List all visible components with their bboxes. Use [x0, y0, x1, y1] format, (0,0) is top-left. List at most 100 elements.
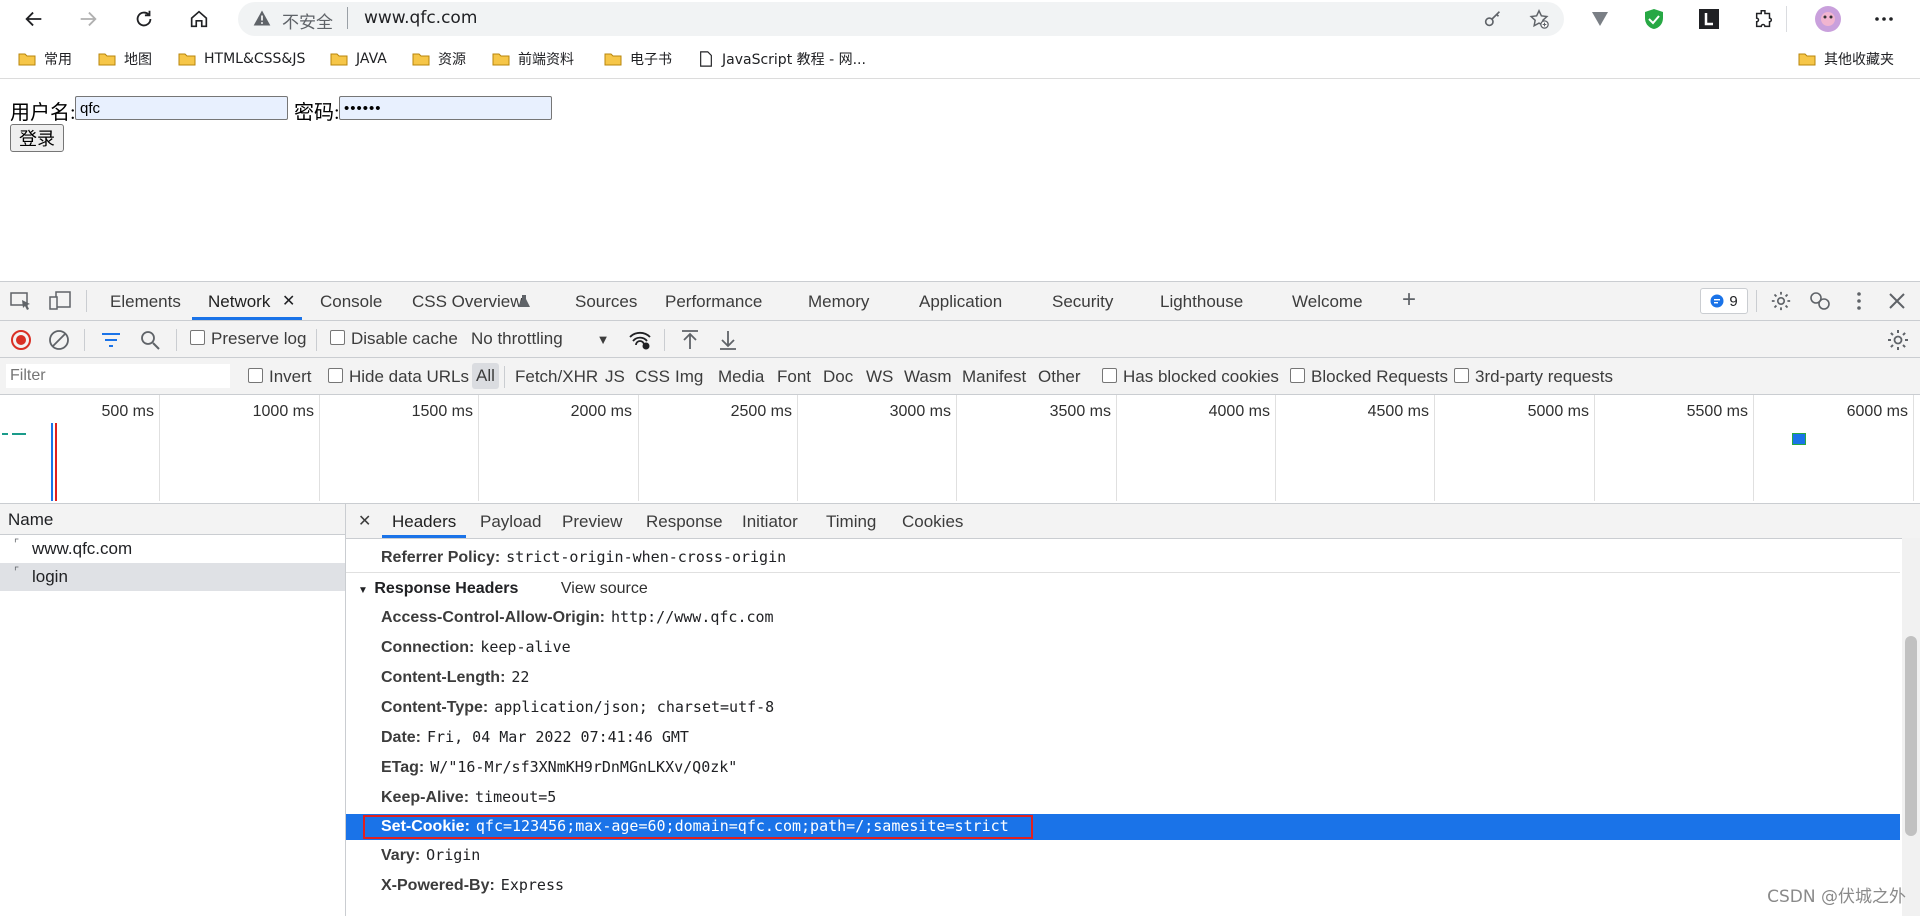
more-icon[interactable] [1870, 5, 1898, 33]
third-party-checkbox[interactable]: 3rd-party requests [1454, 367, 1613, 387]
add-tab-icon[interactable]: + [1402, 286, 1416, 314]
timeline-overview[interactable]: 500 ms 1000 ms 1500 ms 2000 ms 2500 ms 3… [0, 395, 1920, 504]
type-filter-js[interactable]: JS [605, 367, 625, 387]
network-settings-gear-icon[interactable] [1886, 328, 1910, 352]
record-icon[interactable] [10, 329, 32, 351]
key-icon[interactable] [1482, 8, 1504, 30]
type-filter-manifest[interactable]: Manifest [962, 367, 1026, 387]
detail-tab-payload[interactable]: Payload [480, 512, 541, 532]
kebab-menu-icon[interactable] [1848, 290, 1870, 312]
issues-counter[interactable]: 9 [1700, 288, 1748, 314]
close-devtools-icon[interactable] [1886, 290, 1908, 312]
checkbox-box[interactable] [1290, 368, 1305, 383]
shield-extension-icon[interactable] [1640, 5, 1668, 33]
checkbox-box[interactable] [1102, 368, 1117, 383]
l-extension-icon[interactable] [1695, 5, 1723, 33]
scrollbar-thumb[interactable] [1905, 636, 1917, 836]
insecure-label[interactable]: 不安全 [282, 8, 333, 33]
login-button[interactable]: 登录 [10, 124, 64, 152]
type-filter-doc[interactable]: Doc [823, 367, 853, 387]
address-url[interactable]: www.qfc.com [364, 8, 477, 28]
type-filter-font[interactable]: Font [777, 367, 811, 387]
password-input[interactable] [339, 96, 552, 120]
detail-tab-timing[interactable]: Timing [826, 512, 876, 532]
bookmark-folder[interactable]: 地图 [98, 48, 152, 70]
tab-sources[interactable]: Sources [575, 292, 637, 312]
checkbox-box[interactable] [248, 368, 263, 383]
hide-data-urls-checkbox[interactable]: Hide data URLs [328, 367, 469, 387]
request-row-selected[interactable]: ⌜ login [0, 563, 345, 591]
detail-tab-response[interactable]: Response [646, 512, 723, 532]
tab-network[interactable]: Network [208, 292, 270, 312]
tab-elements[interactable]: Elements [110, 292, 181, 312]
import-har-icon[interactable] [679, 329, 701, 351]
type-filter-other[interactable]: Other [1038, 367, 1081, 387]
detail-tab-cookies[interactable]: Cookies [902, 512, 963, 532]
checkbox-box[interactable] [190, 330, 205, 345]
bookmark-folder[interactable]: 前端资料 [492, 48, 574, 70]
type-filter-media[interactable]: Media [718, 367, 764, 387]
settings-gear-icon[interactable] [1770, 290, 1792, 312]
username-input[interactable] [75, 96, 288, 120]
forward-icon[interactable] [72, 4, 104, 34]
detail-tab-preview[interactable]: Preview [562, 512, 622, 532]
close-tab-icon[interactable]: ✕ [282, 291, 295, 311]
filter-icon[interactable] [100, 330, 122, 350]
tab-lighthouse[interactable]: Lighthouse [1160, 292, 1243, 312]
has-blocked-cookies-checkbox[interactable]: Has blocked cookies [1102, 367, 1279, 387]
throttling-select[interactable]: No throttling ▼ [471, 329, 610, 349]
bookmark-folder[interactable]: HTML&CSS&JS [178, 48, 305, 70]
reload-icon[interactable] [128, 4, 160, 34]
back-icon[interactable] [18, 4, 50, 34]
detail-tab-initiator[interactable]: Initiator [742, 512, 798, 532]
checkbox-box[interactable] [328, 368, 343, 383]
response-headers-section[interactable]: ▼ Response Headers View source [358, 580, 648, 598]
tab-performance[interactable]: Performance [665, 292, 762, 312]
warning-icon[interactable] [252, 8, 272, 28]
favorite-add-icon[interactable] [1528, 8, 1550, 30]
collapse-triangle-icon[interactable]: ▼ [358, 585, 368, 596]
tab-console[interactable]: Console [320, 292, 382, 312]
request-list-header[interactable]: Name [0, 504, 345, 535]
type-filter-css[interactable]: CSS [635, 367, 670, 387]
name-column-header[interactable]: Name [8, 510, 53, 530]
type-filter-wasm[interactable]: Wasm [904, 367, 952, 387]
bookmark-folder[interactable]: 电子书 [604, 48, 672, 70]
type-filter-img[interactable]: Img [675, 367, 703, 387]
home-icon[interactable] [183, 4, 215, 34]
type-filter-all[interactable]: All [472, 363, 499, 389]
device-toolbar-icon[interactable] [48, 291, 72, 311]
address-bar[interactable]: 不安全 www.qfc.com [238, 2, 1564, 36]
blocked-requests-checkbox[interactable]: Blocked Requests [1290, 367, 1448, 387]
bookmark-folder[interactable]: 常用 [18, 48, 72, 70]
set-cookie-header-row[interactable]: Set-Cookie: qfc=123456;max-age=60;domain=… [381, 817, 1009, 836]
tab-welcome[interactable]: Welcome [1292, 292, 1363, 312]
extensions-icon[interactable] [1750, 5, 1778, 33]
disable-cache-checkbox[interactable]: Disable cache [330, 329, 458, 349]
close-detail-icon[interactable]: ✕ [358, 511, 371, 531]
tab-security[interactable]: Security [1052, 292, 1113, 312]
tab-application[interactable]: Application [919, 292, 1002, 312]
search-icon[interactable] [139, 329, 161, 351]
other-bookmarks-folder[interactable]: 其他收藏夹 [1798, 48, 1894, 70]
checkbox-box[interactable] [330, 330, 345, 345]
request-row[interactable]: ⌜ www.qfc.com [0, 535, 345, 563]
profile-avatar[interactable] [1814, 5, 1842, 33]
v-extension-icon[interactable] [1586, 5, 1614, 33]
export-har-icon[interactable] [717, 329, 739, 351]
customize-icon[interactable] [1808, 290, 1832, 312]
type-filter-fetch-xhr[interactable]: Fetch/XHR [515, 367, 598, 387]
network-conditions-icon[interactable] [628, 329, 652, 351]
inspect-element-icon[interactable] [10, 291, 32, 311]
bookmark-folder[interactable]: 资源 [412, 48, 466, 70]
invert-checkbox[interactable]: Invert [248, 367, 312, 387]
checkbox-box[interactable] [1454, 368, 1469, 383]
tab-css-overview[interactable]: CSS Overview [412, 292, 523, 312]
clear-icon[interactable] [48, 329, 70, 351]
type-filter-ws[interactable]: WS [866, 367, 893, 387]
preserve-log-checkbox[interactable]: Preserve log [190, 329, 306, 349]
bookmark-page[interactable]: JavaScript 教程 - 网... [698, 48, 866, 70]
view-source-link[interactable]: View source [561, 580, 648, 597]
detail-tab-headers[interactable]: Headers [392, 512, 456, 532]
detail-scrollbar[interactable] [1902, 538, 1920, 916]
